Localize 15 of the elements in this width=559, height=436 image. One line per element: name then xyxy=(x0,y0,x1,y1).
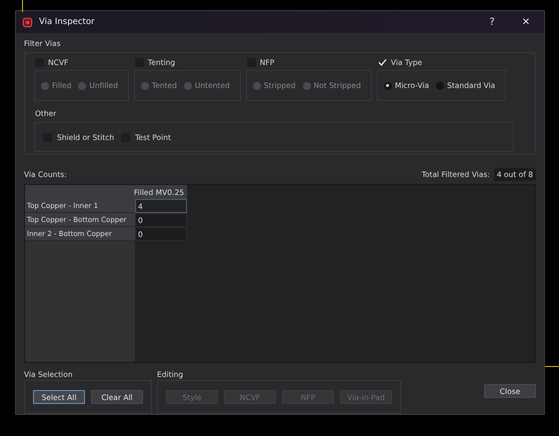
radio-button[interactable] xyxy=(252,82,261,90)
trace-line xyxy=(22,0,23,12)
window-title: Via Inspector xyxy=(39,17,96,27)
radio-button[interactable] xyxy=(78,82,86,90)
radio-button[interactable] xyxy=(184,82,192,90)
radio-button[interactable] xyxy=(140,82,149,90)
radio-button[interactable] xyxy=(41,82,49,90)
help-button[interactable]: ? xyxy=(482,16,502,28)
radio-button[interactable] xyxy=(302,82,311,90)
checkbox[interactable] xyxy=(378,58,387,67)
check-icon xyxy=(378,58,387,67)
trace-line xyxy=(545,366,559,367)
close-button[interactable]: ✕ xyxy=(516,16,536,28)
radio-button[interactable] xyxy=(384,82,392,90)
chip-icon xyxy=(22,16,33,28)
